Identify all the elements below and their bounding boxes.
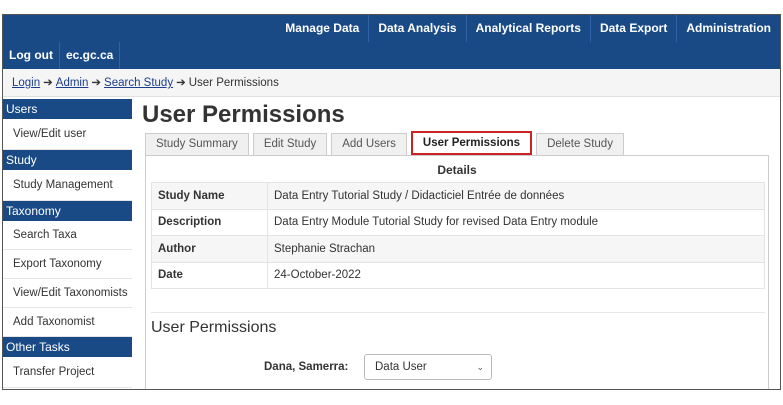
nav-administration[interactable]: Administration: [676, 15, 780, 42]
top-links: Log out ec.gc.ca: [3, 42, 121, 69]
role-select[interactable]: Data User ⌄: [364, 354, 492, 380]
sidebar-heading-study: Study: [3, 150, 132, 170]
sidebar: Users View/Edit user Study Study Managem…: [3, 99, 132, 388]
tab-bar: Study Summary Edit Study Add Users User …: [145, 131, 628, 155]
nav-data-export[interactable]: Data Export: [589, 15, 676, 42]
details-value: Data Entry Module Tutorial Study for rev…: [267, 208, 765, 236]
logout-link[interactable]: Log out: [3, 42, 60, 69]
table-row: Author Stephanie Strachan: [151, 235, 765, 263]
breadcrumb-admin[interactable]: Admin: [56, 77, 89, 89]
browser-frame: Manage Data Data Analysis Analytical Rep…: [2, 14, 781, 390]
ec-gc-ca-link[interactable]: ec.gc.ca: [60, 42, 121, 69]
table-row: Description Data Entry Module Tutorial S…: [151, 208, 765, 236]
breadcrumb-arrow-icon: ➔: [91, 77, 102, 89]
details-key: Study Name: [151, 182, 268, 210]
tab-add-users[interactable]: Add Users: [331, 133, 407, 155]
details-value: Data Entry Tutorial Study / Didacticiel …: [267, 182, 765, 210]
user-name-label: Dana, Samerra:: [264, 361, 349, 373]
details-value: 24-October-2022: [267, 261, 765, 289]
section-divider: [151, 312, 765, 313]
nav-analytical-reports[interactable]: Analytical Reports: [465, 15, 590, 42]
tab-delete-study[interactable]: Delete Study: [536, 133, 624, 155]
tab-study-summary[interactable]: Study Summary: [145, 133, 249, 155]
table-row: Date 24-October-2022: [151, 261, 765, 289]
details-value: Stephanie Strachan: [267, 235, 765, 263]
top-bar: Manage Data Data Analysis Analytical Rep…: [3, 15, 780, 69]
details-key: Description: [151, 208, 268, 236]
chevron-down-icon: ⌄: [476, 362, 484, 372]
sidebar-item-export-taxonomy[interactable]: Export Taxonomy: [3, 250, 132, 279]
sidebar-item-transfer-project[interactable]: Transfer Project: [3, 357, 132, 388]
tab-panel: Details Study Name Data Entry Tutorial S…: [145, 155, 770, 389]
sidebar-item-search-taxa[interactable]: Search Taxa: [3, 221, 132, 250]
sidebar-item-view-edit-taxonomists[interactable]: View/Edit Taxonomists: [3, 279, 132, 308]
table-row: Study Name Data Entry Tutorial Study / D…: [151, 182, 765, 210]
nav-manage-data[interactable]: Manage Data: [276, 15, 368, 42]
sidebar-item-add-taxonomist[interactable]: Add Taxonomist: [3, 308, 132, 337]
sidebar-heading-other-tasks: Other Tasks: [3, 337, 132, 357]
top-navigation: Manage Data Data Analysis Analytical Rep…: [276, 15, 780, 42]
page-title: User Permissions: [142, 101, 345, 128]
main-content: User Permissions Study Summary Edit Stud…: [142, 99, 772, 389]
details-key: Date: [151, 261, 268, 289]
role-select-value: Data User: [375, 361, 427, 373]
breadcrumb-current: User Permissions: [188, 77, 279, 89]
sidebar-item-view-edit-user[interactable]: View/Edit user: [3, 119, 132, 150]
tab-user-permissions[interactable]: User Permissions: [410, 131, 533, 155]
sidebar-item-study-management[interactable]: Study Management: [3, 170, 132, 201]
breadcrumb-arrow-icon: ➔: [176, 77, 186, 89]
details-title: Details: [437, 163, 477, 177]
details-table: Study Name Data Entry Tutorial Study / D…: [151, 182, 765, 289]
sidebar-heading-taxonomy: Taxonomy: [3, 201, 132, 221]
sidebar-heading-users: Users: [3, 99, 132, 119]
breadcrumb-login[interactable]: Login: [12, 77, 40, 89]
breadcrumb: Login ➔ Admin ➔ Search Study ➔ User Permission…: [3, 69, 780, 97]
permission-row: Dana, Samerra: Data User ⌄: [146, 354, 770, 380]
breadcrumb-arrow-icon: ➔: [43, 77, 53, 89]
details-key: Author: [151, 235, 268, 263]
tab-edit-study[interactable]: Edit Study: [252, 133, 328, 155]
user-permissions-heading: User Permissions: [151, 319, 277, 336]
nav-data-analysis[interactable]: Data Analysis: [368, 15, 465, 42]
breadcrumb-search-study[interactable]: Search Study: [104, 77, 173, 89]
